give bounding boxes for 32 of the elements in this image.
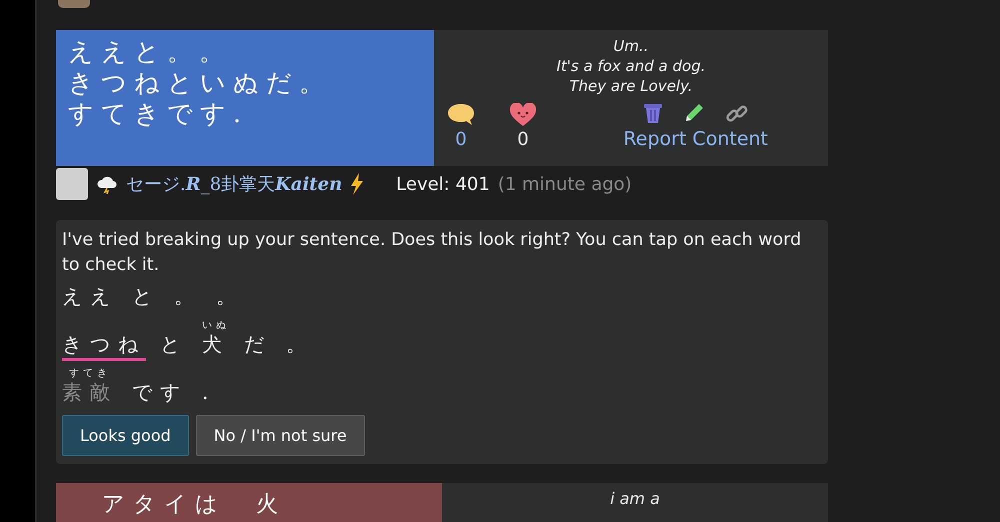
word-token[interactable]: ええ <box>62 284 118 313</box>
not-sure-button[interactable]: No / I'm not sure <box>196 414 365 456</box>
word-token[interactable]: 。 <box>174 284 202 313</box>
trash-icon[interactable] <box>642 102 663 124</box>
word-token[interactable]: と <box>160 332 188 361</box>
word-token[interactable]: だ <box>244 332 272 361</box>
speech-bubble-icon[interactable] <box>447 103 475 128</box>
word-token[interactable]: いぬ 犬 <box>202 318 230 361</box>
timestamp: (1 minute ago) <box>498 174 632 195</box>
username[interactable]: セージ.R_8卦掌天Kaiten <box>126 172 342 196</box>
like-count: 0 <box>517 129 529 150</box>
word-token[interactable]: すてき 素敵 <box>62 366 118 409</box>
comment-count: 0 <box>455 129 467 150</box>
japanese-sentence: ええと。。 きつねといぬだ。 すてきです. <box>56 30 434 166</box>
cloud-icon <box>96 174 118 194</box>
word-token[interactable]: です <box>132 380 188 409</box>
translation-text: i am a <box>609 488 661 510</box>
word-token[interactable]: 。 <box>286 332 314 361</box>
instruction-text: I've tried breaking up your sentence. Does this look right? You can tap on each word to check it. <box>62 228 802 277</box>
report-content-link[interactable]: Report Content <box>623 128 768 150</box>
avatar-image <box>56 168 88 200</box>
translation-text: Um.. It's a fox and a dog. They are Lovely. <box>556 36 706 96</box>
word-token[interactable]: 。 <box>216 284 244 313</box>
word-token[interactable]: きつね <box>62 332 146 361</box>
level-text: Level: 401 <box>396 174 490 195</box>
avatar-image <box>58 0 90 8</box>
heart-icon[interactable] <box>509 103 537 128</box>
looks-good-button[interactable]: Looks good <box>62 414 189 456</box>
word-token[interactable]: と <box>132 284 160 313</box>
lightning-icon <box>350 173 364 196</box>
word-token[interactable]: . <box>202 380 216 409</box>
japanese-sentence: アタイは 火 <box>56 482 442 522</box>
